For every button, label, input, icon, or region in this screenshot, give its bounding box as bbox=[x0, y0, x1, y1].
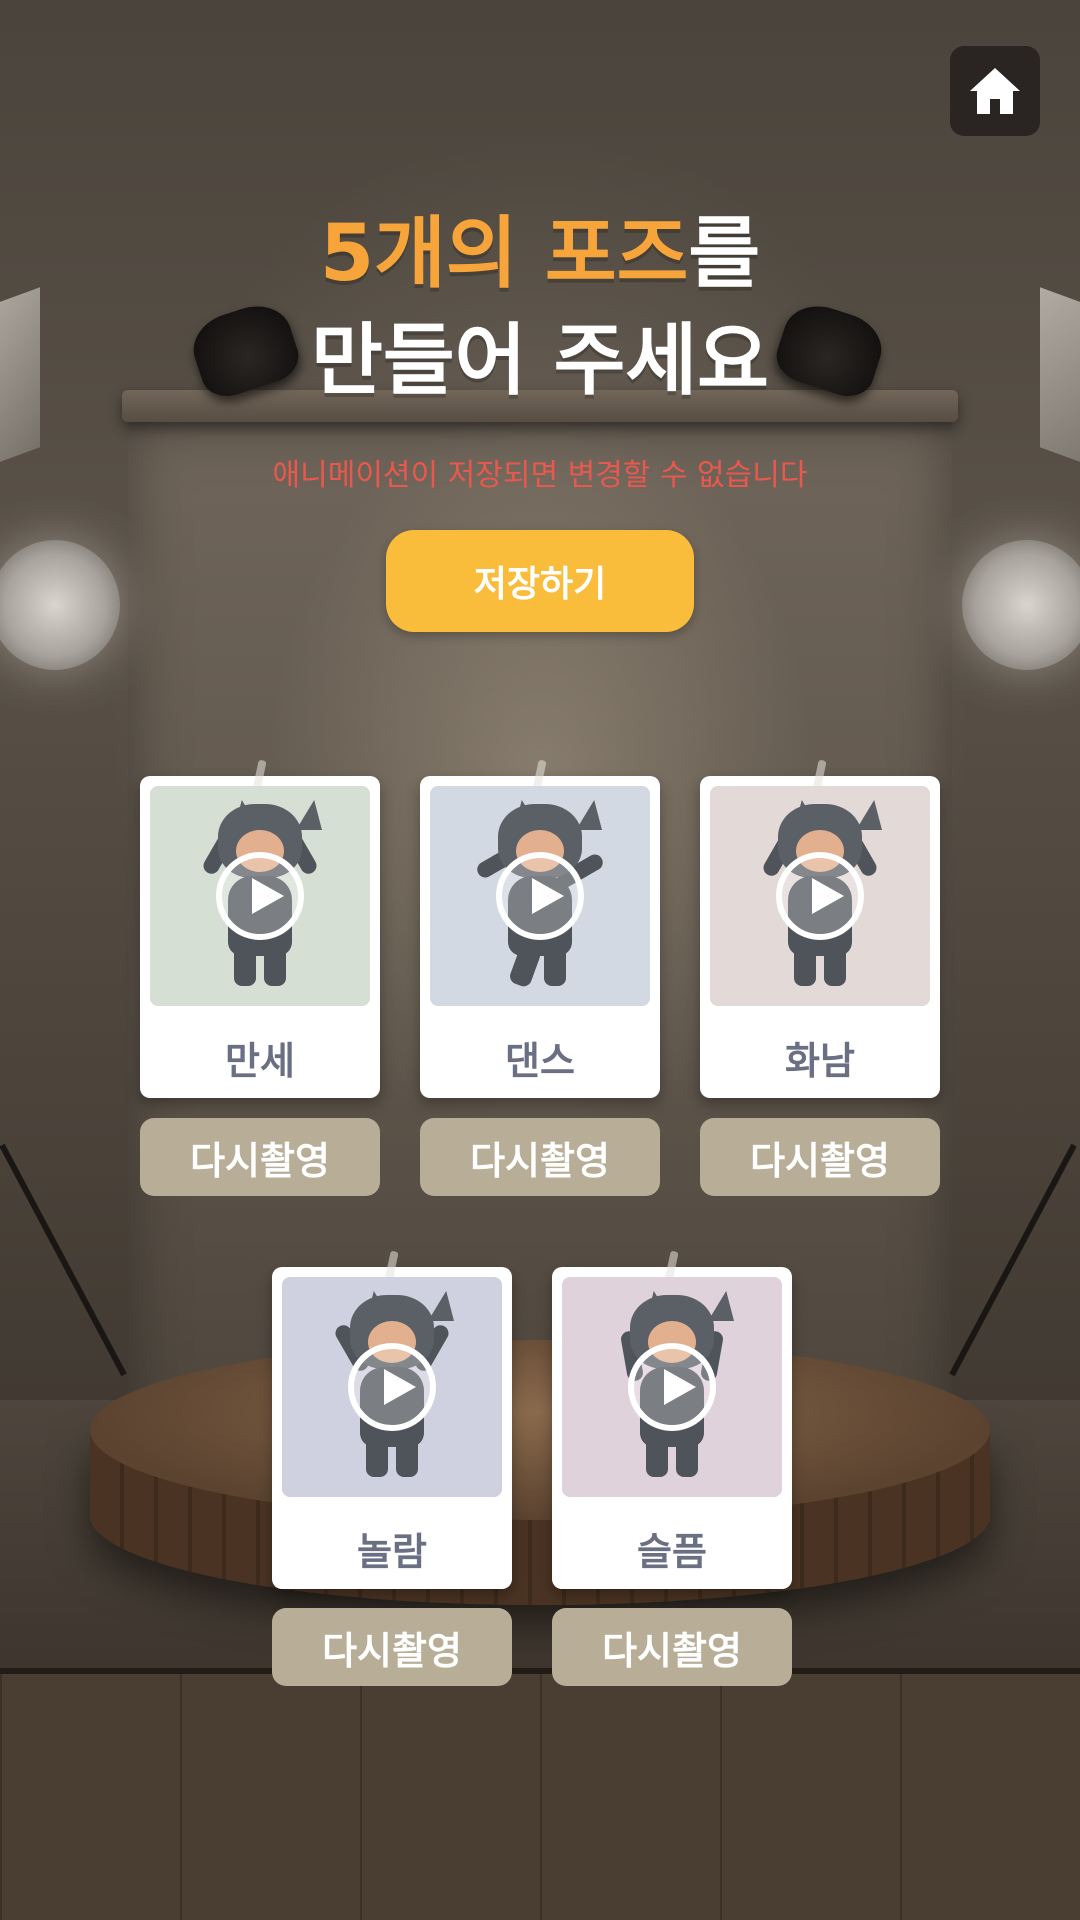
retake-button[interactable]: 다시촬영 bbox=[552, 1608, 792, 1686]
pose-thumbnail[interactable] bbox=[430, 786, 650, 1006]
play-icon[interactable] bbox=[348, 1343, 436, 1431]
retake-button[interactable]: 다시촬영 bbox=[420, 1118, 660, 1196]
title-rest: 를 bbox=[688, 209, 761, 299]
pose-card-2[interactable]: 화남 bbox=[700, 759, 940, 1098]
pose-thumbnail[interactable] bbox=[282, 1277, 502, 1497]
warning-text: 애니메이션이 저장되면 변경할 수 없습니다 bbox=[272, 458, 808, 493]
play-icon[interactable] bbox=[216, 852, 304, 940]
page-title-line2: 만들어 주세요 bbox=[311, 316, 769, 406]
save-button[interactable]: 저장하기 bbox=[386, 530, 694, 632]
home-button[interactable] bbox=[950, 46, 1040, 136]
pose-label: 화남 bbox=[785, 1039, 855, 1083]
home-icon bbox=[970, 68, 1020, 114]
pose-card-1[interactable]: 댄스 bbox=[420, 759, 660, 1098]
play-icon[interactable] bbox=[628, 1343, 716, 1431]
retake-button[interactable]: 다시촬영 bbox=[700, 1118, 940, 1196]
pose-card-4[interactable]: 슬픔 bbox=[552, 1250, 792, 1589]
pose-label: 댄스 bbox=[505, 1039, 575, 1083]
pose-label: 놀람 bbox=[357, 1530, 427, 1574]
retake-button[interactable]: 다시촬영 bbox=[272, 1608, 512, 1686]
title-highlight: 5개의 포즈 bbox=[319, 209, 689, 299]
pose-thumbnail[interactable] bbox=[562, 1277, 782, 1497]
retake-button[interactable]: 다시촬영 bbox=[140, 1118, 380, 1196]
pose-thumbnail[interactable] bbox=[710, 786, 930, 1006]
page-title-line1: 5개의 포즈를 bbox=[0, 215, 1080, 293]
softbox-light bbox=[962, 540, 1080, 670]
play-icon[interactable] bbox=[496, 852, 584, 940]
pose-thumbnail[interactable] bbox=[150, 786, 370, 1006]
stage-platform-top bbox=[90, 1340, 990, 1520]
pose-card-0[interactable]: 만세 bbox=[140, 759, 380, 1098]
play-icon[interactable] bbox=[776, 852, 864, 940]
wooden-floor bbox=[0, 1668, 1080, 1920]
pose-card-3[interactable]: 놀람 bbox=[272, 1250, 512, 1589]
pose-label: 만세 bbox=[225, 1039, 295, 1083]
pose-label: 슬픔 bbox=[637, 1530, 707, 1574]
